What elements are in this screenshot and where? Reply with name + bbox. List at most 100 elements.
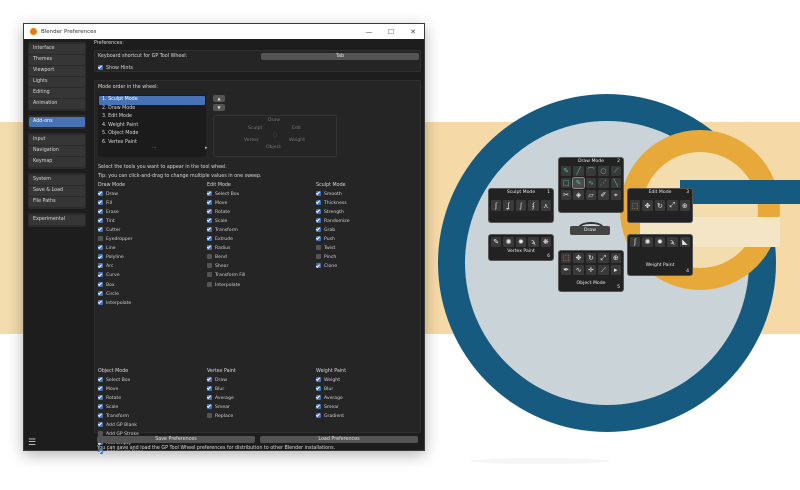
line-tool-icon[interactable]: ╱ — [573, 166, 584, 176]
sidebar-item-lights[interactable]: Lights — [29, 77, 85, 87]
tool-checkbox[interactable]: Box — [98, 281, 133, 291]
sidebar-item-navigation[interactable]: Navigation — [29, 146, 85, 156]
extra-line-icon[interactable]: ╲ — [610, 178, 621, 188]
tool-checkbox[interactable]: Polyline — [98, 254, 133, 263]
sidebar-item-save-load[interactable]: Save & Load — [29, 186, 85, 196]
tool-checkbox[interactable]: Interpolate — [207, 281, 245, 291]
tool-checkbox[interactable]: Clone — [316, 263, 350, 272]
sidebar-item-input[interactable]: Input — [29, 135, 85, 145]
scale-icon[interactable]: ⤢ — [667, 200, 678, 211]
tool-checkbox[interactable]: Average — [207, 394, 236, 404]
tool-checkbox[interactable]: Smear — [207, 403, 236, 413]
tool-checkbox[interactable]: Pinch — [316, 254, 350, 263]
tool-checkbox[interactable]: Select Box — [98, 376, 144, 386]
tool-checkbox[interactable]: Move — [98, 385, 144, 395]
weight-average-icon[interactable]: ✹ — [654, 237, 666, 247]
transform-icon[interactable]: ⊕ — [679, 200, 690, 211]
tool-checkbox[interactable]: Grab — [316, 226, 350, 236]
tool-checkbox[interactable]: Select Box — [207, 190, 245, 200]
close-button[interactable]: ✕ — [402, 28, 424, 36]
draw-tool-icon[interactable]: ✎ — [572, 177, 585, 189]
tool-checkbox[interactable]: Draw — [98, 190, 133, 200]
sidebar-item-add-ons[interactable]: Add-ons — [29, 117, 85, 127]
interpolate-tool-icon[interactable]: ⋰ — [598, 178, 609, 188]
tool-checkbox[interactable]: Radius — [207, 245, 245, 254]
sidebar-item-viewport[interactable]: Viewport — [29, 66, 85, 76]
tool-checkbox[interactable]: Gradient — [316, 412, 346, 422]
tool-checkbox[interactable]: Blur — [316, 385, 346, 395]
sidebar-item-keymap[interactable]: Keymap — [29, 157, 85, 167]
save-preferences-button[interactable]: Save Preferences — [97, 436, 255, 443]
mode-list-item[interactable]: 2. Draw Mode — [99, 105, 205, 114]
tool-checkbox[interactable]: Extrude — [207, 236, 245, 245]
tool-checkbox[interactable]: Twist — [316, 245, 350, 254]
move-mode-down-button[interactable]: ▼ — [213, 104, 225, 111]
grab-brush-icon[interactable]: ⋏ — [540, 200, 551, 211]
sidebar-item-editing[interactable]: Editing — [29, 88, 85, 98]
box-tool-icon[interactable]: □ — [561, 178, 572, 188]
add-gp-blank-icon[interactable]: ✒ — [561, 265, 572, 275]
load-preferences-button[interactable]: Load Preferences — [260, 436, 418, 443]
tool-checkbox[interactable]: Tint — [98, 217, 133, 227]
randomize-brush-icon[interactable]: ʄ — [528, 200, 539, 211]
vertex-blur-icon[interactable]: ✺ — [503, 237, 514, 247]
tool-checkbox[interactable]: Push — [316, 236, 350, 245]
tool-checkbox[interactable]: Shear — [207, 263, 245, 272]
sidebar-item-themes[interactable]: Themes — [29, 55, 85, 65]
tool-checkbox[interactable]: Weight — [316, 376, 346, 386]
vertex-replace-icon[interactable]: ❋ — [540, 237, 551, 247]
maximize-button[interactable]: ☐ — [380, 28, 402, 36]
rotate-icon[interactable]: ↻ — [654, 200, 666, 211]
tool-checkbox[interactable]: Line — [98, 245, 133, 254]
curve-tool-icon[interactable]: ∿ — [585, 178, 597, 188]
add-gp-stroke-icon[interactable]: ∿ — [573, 265, 584, 275]
vertex-smear-icon[interactable]: ϡ — [528, 237, 539, 247]
mode-list-item[interactable]: 5. Object Mode — [99, 130, 205, 139]
weight-draw-icon[interactable]: ʃ — [630, 237, 641, 247]
eyedropper-tool-icon[interactable]: ⌖ — [610, 190, 621, 200]
strength-brush-icon[interactable]: ∫ — [515, 200, 527, 211]
mode-list-item[interactable]: 1. Sculpt Mode — [99, 96, 205, 105]
minimize-button[interactable]: — — [358, 28, 380, 36]
tool-checkbox[interactable]: Smooth — [316, 190, 350, 200]
tool-checkbox[interactable]: Average — [316, 394, 346, 404]
cutter-tool-icon[interactable]: ✂ — [561, 190, 572, 200]
list-resize-icon[interactable]: ▸ — [205, 145, 208, 151]
fill-tool-icon[interactable]: ◈ — [573, 190, 584, 200]
add-empty-icon[interactable]: ✛ — [585, 265, 597, 275]
object-move-icon[interactable]: ✥ — [573, 253, 584, 263]
tool-checkbox[interactable]: Cutter — [98, 226, 133, 236]
move-mode-up-button[interactable]: ▲ — [213, 95, 225, 102]
eraser-tool-icon[interactable]: ▱ — [585, 190, 597, 200]
sidebar-item-interface[interactable]: Interface — [29, 44, 85, 54]
tool-checkbox[interactable]: Move — [207, 199, 245, 209]
mode-list-item[interactable]: 3. Edit Mode — [99, 113, 205, 122]
tool-checkbox[interactable]: Curve — [98, 272, 133, 281]
tool-checkbox[interactable]: Bend — [207, 254, 245, 263]
thickness-brush-icon[interactable]: ʆ — [503, 200, 514, 211]
weight-blur-icon[interactable]: ✺ — [642, 237, 653, 247]
object-transform-icon[interactable]: ⊕ — [610, 253, 621, 263]
tool-checkbox[interactable]: Erase — [98, 208, 133, 218]
object-rotate-icon[interactable]: ↻ — [585, 253, 597, 263]
tool-checkbox[interactable]: Transform — [207, 226, 245, 236]
vertex-average-icon[interactable]: ✹ — [515, 237, 527, 247]
weight-gradient-icon[interactable]: ◣ — [679, 237, 690, 247]
tool-checkbox[interactable]: Circle — [98, 290, 133, 300]
tool-checkbox[interactable]: Scale — [98, 403, 144, 413]
sidebar-item-file-paths[interactable]: File Paths — [29, 197, 85, 207]
show-hints-checkbox[interactable]: Show Hints — [98, 65, 133, 71]
shortcut-key-button[interactable]: Tab — [261, 53, 419, 60]
pen-icon[interactable]: ✎ — [561, 166, 572, 176]
tool-checkbox[interactable]: Eyedropper — [98, 236, 133, 245]
tool-checkbox[interactable]: Fill — [98, 199, 133, 209]
tool-checkbox[interactable]: Thickness — [316, 199, 350, 209]
circle-tool-icon[interactable]: ○ — [598, 166, 609, 176]
tool-checkbox[interactable]: Scale — [207, 217, 245, 227]
polyline-tool-icon[interactable]: ⟋ — [610, 166, 621, 176]
sidebar-item-experimental[interactable]: Experimental — [29, 215, 85, 225]
sidebar-item-system[interactable]: System — [29, 175, 85, 185]
tool-checkbox[interactable]: Strength — [316, 208, 350, 218]
weight-smear-icon[interactable]: ϡ — [667, 237, 678, 247]
tool-checkbox[interactable]: Rotate — [98, 394, 144, 404]
